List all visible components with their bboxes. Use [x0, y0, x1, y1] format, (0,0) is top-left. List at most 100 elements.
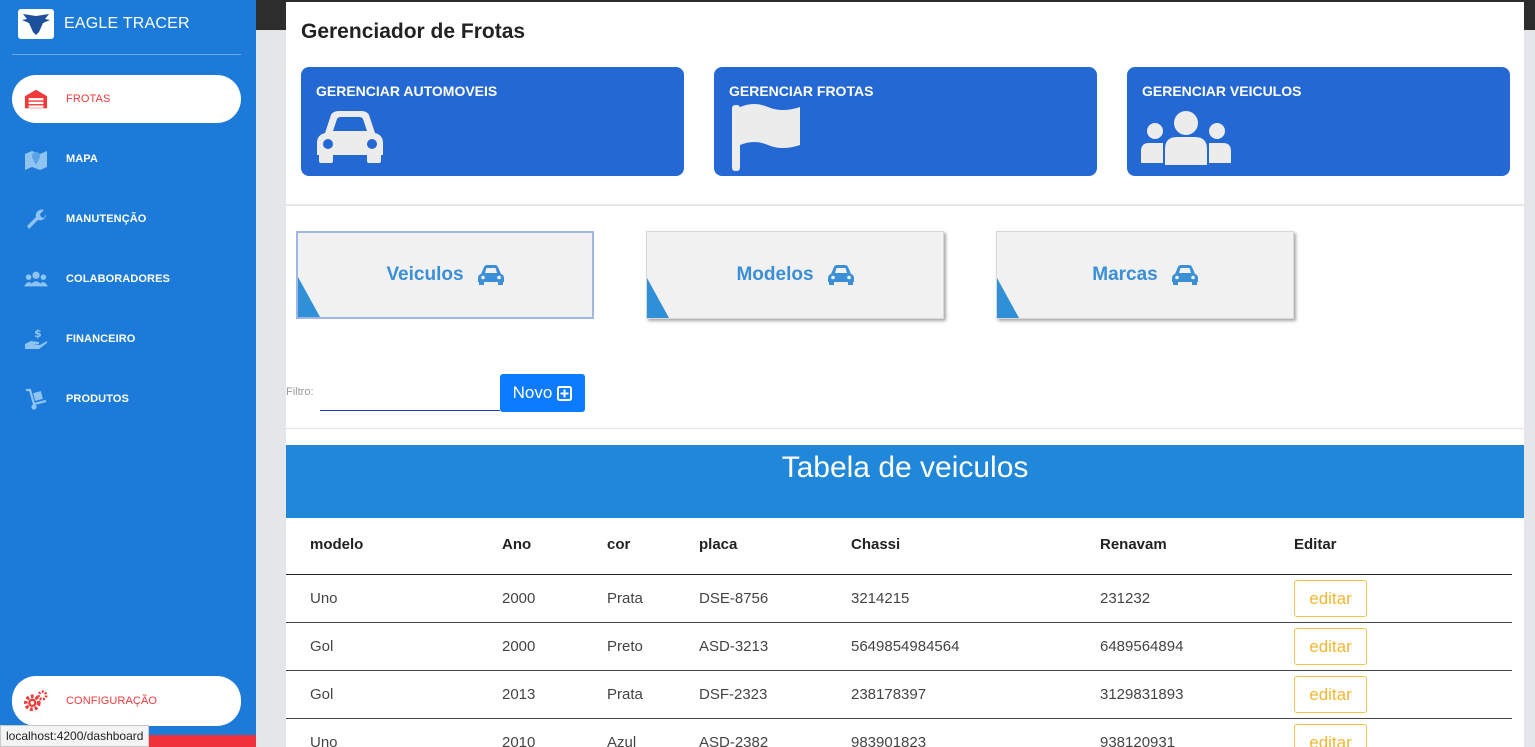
users-icon	[24, 267, 48, 291]
tab-modelos[interactable]: Modelos	[646, 231, 944, 319]
sidebar-item-financeiro[interactable]: $ FINANCEIRO	[12, 315, 241, 363]
column-header-editar: Editar	[1294, 536, 1337, 553]
cell-modelo: Uno	[310, 590, 338, 607]
manage-veiculos-card[interactable]: GERENCIAR VEICULOS	[1127, 67, 1510, 176]
flag-icon	[730, 101, 802, 176]
sidebar-item-label: FINANCEIRO	[66, 333, 136, 345]
cell-modelo: Gol	[310, 686, 334, 703]
sidebar-item-produtos[interactable]: PRODUTOS	[12, 375, 241, 423]
car-icon	[1171, 265, 1198, 285]
tab-corner-accent	[647, 278, 669, 318]
table-row: Gol 2013 Prata DSF-2323 238178397 312983…	[286, 671, 1512, 719]
page-title: Gerenciador de Frotas	[301, 20, 526, 43]
eagle-logo-icon	[18, 9, 54, 39]
column-header-cor: cor	[607, 536, 631, 553]
dolly-icon	[24, 387, 48, 411]
cell-ano: 2000	[502, 590, 536, 607]
car-icon	[315, 109, 385, 170]
column-header-ano: Ano	[502, 536, 532, 553]
manage-automoveis-card[interactable]: GERENCIAR AUTOMOVEIS	[301, 67, 684, 176]
cell-renavam: 3129831893	[1100, 686, 1184, 703]
sidebar-item-label: MANUTENÇÃO	[66, 213, 147, 225]
manage-frotas-card[interactable]: GERENCIAR FROTAS	[714, 67, 1097, 176]
cell-placa: DSF-2323	[699, 686, 768, 703]
right-gutter	[1524, 30, 1535, 747]
column-header-chassi: Chassi	[851, 536, 901, 553]
table-row: Gol 2000 Preto ASD-3213 5649854984564 64…	[286, 623, 1512, 671]
cell-placa: ASD-3213	[699, 638, 769, 655]
edit-button[interactable]: editar	[1294, 724, 1367, 747]
new-button-label: Novo	[512, 383, 553, 402]
svg-text:$: $	[34, 327, 42, 340]
users-icon	[1141, 109, 1231, 170]
garage-icon	[24, 87, 48, 111]
table-row: Uno 2010 Azul ASD-2382 983901823 9381209…	[286, 719, 1512, 747]
column-header-placa: placa	[699, 536, 738, 553]
cell-cor: Azul	[607, 734, 637, 747]
column-header-modelo: modelo	[310, 536, 364, 553]
sidebar-item-configuracao[interactable]: CONFIGURAÇÃO	[12, 676, 241, 726]
sidebar-item-colaboradores[interactable]: COLABORADORES	[12, 255, 241, 303]
brand[interactable]: EAGLE TRACER	[18, 8, 190, 40]
cell-chassi: 3214215	[851, 590, 910, 607]
edit-button[interactable]: editar	[1294, 628, 1367, 665]
fleet-manager-panel: Veiculos Modelos Marcas Filtro: Novo Tab…	[286, 206, 1524, 747]
card-title: GERENCIAR AUTOMOVEIS	[316, 83, 498, 99]
filter-label: Filtro:	[286, 386, 314, 398]
brand-divider	[12, 54, 241, 55]
cell-chassi: 983901823	[851, 734, 927, 747]
tab-label: Veiculos	[386, 264, 464, 285]
cell-chassi: 5649854984564	[851, 638, 960, 655]
table-title: Tabela de veiculos	[781, 451, 1029, 484]
cell-modelo: Uno	[310, 734, 338, 747]
sidebar-item-mapa[interactable]: MAPA	[12, 135, 241, 183]
tab-corner-accent	[298, 277, 320, 317]
car-icon	[477, 265, 504, 285]
sidebar-item-manutencao[interactable]: MANUTENÇÃO	[12, 195, 241, 243]
cell-placa: DSE-8756	[699, 590, 769, 607]
card-title: GERENCIAR VEICULOS	[1142, 83, 1302, 99]
hand-dollar-icon: $	[24, 327, 48, 351]
sidebar-item-label: PRODUTOS	[66, 393, 129, 405]
status-bar-url: localhost:4200/dashboard	[0, 725, 150, 747]
sidebar-item-label: FROTAS	[66, 93, 111, 105]
brand-name: EAGLE TRACER	[64, 15, 190, 32]
cell-modelo: Gol	[310, 638, 334, 655]
table-title-band: Tabela de veiculos	[286, 445, 1524, 518]
sidebar-item-label: COLABORADORES	[66, 273, 170, 285]
cell-chassi: 238178397	[851, 686, 927, 703]
cell-renavam: 6489564894	[1100, 638, 1184, 655]
edit-button[interactable]: editar	[1294, 676, 1367, 713]
tab-label: Marcas	[1092, 264, 1158, 285]
tab-label: Modelos	[736, 264, 814, 285]
cell-ano: 2000	[502, 638, 536, 655]
cell-cor: Prata	[607, 686, 643, 703]
cell-ano: 2010	[502, 734, 536, 747]
new-vehicle-button[interactable]: Novo	[500, 374, 585, 412]
sidebar-item-label: MAPA	[66, 153, 98, 165]
dashboard-header-panel: Gerenciador de Frotas GERENCIAR AUTOMOVE…	[286, 2, 1524, 204]
wrench-icon	[24, 207, 48, 231]
table-row: Uno 2000 Prata DSE-8756 3214215 231232 e…	[286, 575, 1512, 623]
card-title: GERENCIAR FROTAS	[729, 83, 874, 99]
sidebar: EAGLE TRACER FROTAS MAPA MANUTENÇÃO COLA…	[0, 0, 256, 747]
tab-veiculos[interactable]: Veiculos	[296, 231, 594, 319]
tab-corner-accent	[997, 278, 1019, 318]
column-header-renavam: Renavam	[1100, 536, 1167, 553]
cell-ano: 2013	[502, 686, 536, 703]
section-divider	[286, 428, 1524, 429]
filter-input[interactable]	[320, 380, 500, 411]
edit-button[interactable]: editar	[1294, 580, 1367, 617]
cogs-icon	[24, 689, 48, 713]
plus-square-icon	[557, 385, 573, 401]
sidebar-item-label: CONFIGURAÇÃO	[66, 695, 158, 707]
cell-renavam: 938120931	[1100, 734, 1176, 747]
cell-placa: ASD-2382	[699, 734, 769, 747]
sidebar-item-frotas[interactable]: FROTAS	[12, 75, 241, 123]
cell-renavam: 231232	[1100, 590, 1151, 607]
map-icon	[24, 147, 48, 171]
cell-cor: Preto	[607, 638, 643, 655]
car-icon	[827, 265, 854, 285]
cell-cor: Prata	[607, 590, 643, 607]
tab-marcas[interactable]: Marcas	[996, 231, 1294, 319]
